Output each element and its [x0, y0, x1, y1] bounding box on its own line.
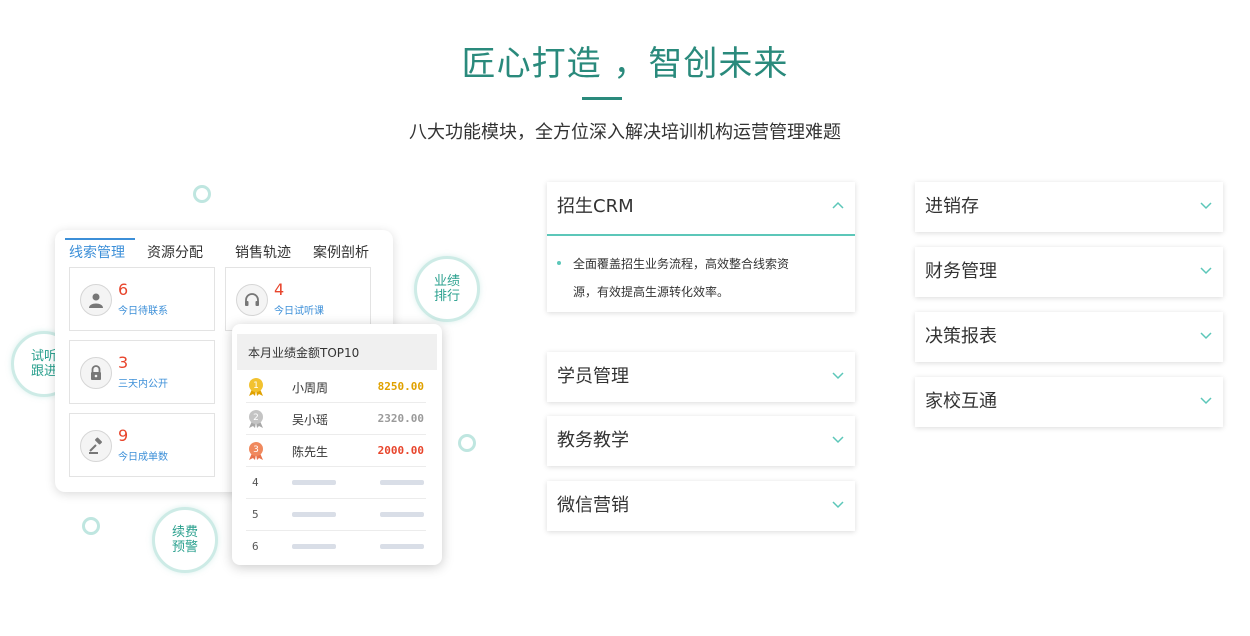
module-student-management[interactable]: 学员管理: [547, 352, 855, 402]
module-home-school[interactable]: 家校互通: [915, 377, 1223, 427]
module-title: 学员管理: [557, 366, 629, 387]
top10-title: 本月业绩金额TOP10: [248, 346, 360, 360]
placeholder-value: [380, 544, 424, 549]
module-inventory[interactable]: 进销存: [915, 182, 1223, 232]
top10-header: 本月业绩金额TOP10: [237, 334, 437, 370]
bubble-performance-rank: 业绩 排行: [414, 256, 480, 322]
module-title: 财务管理: [925, 261, 997, 282]
chevron-down-icon[interactable]: [1199, 395, 1213, 405]
table-row: 1 小周周 8250.00: [246, 371, 426, 403]
chevron-down-icon[interactable]: [831, 499, 845, 509]
placeholder-name: [292, 544, 336, 549]
gold-medal-icon: 1: [249, 378, 263, 396]
module-title: 教务教学: [557, 430, 629, 451]
placeholder-name: [292, 480, 336, 485]
chevron-down-icon[interactable]: [1199, 265, 1213, 275]
tab-sales-track[interactable]: 销售轨迹: [235, 242, 291, 262]
table-row: 4: [246, 467, 426, 499]
top10-sales-card: 本月业绩金额TOP10 1 小周周 8250.00 2 吴小瑶 2320.00 …: [232, 324, 442, 565]
module-title: 进销存: [925, 196, 979, 217]
page-subtitle: 八大功能模块，全方位深入解决培训机构运营管理难题: [409, 122, 841, 143]
module-title: 决策报表: [925, 326, 997, 347]
module-wechat-marketing[interactable]: 微信营销: [547, 481, 855, 531]
bronze-medal-icon: 3: [249, 442, 263, 460]
silver-medal-icon: 2: [249, 410, 263, 428]
svg-text:1: 1: [253, 381, 259, 391]
bullet-icon: [557, 261, 561, 265]
chevron-down-icon[interactable]: [831, 370, 845, 380]
tab-leads[interactable]: 线索管理: [69, 242, 125, 262]
headphones-icon: [236, 284, 268, 316]
title-divider: [582, 97, 622, 100]
lock-icon: [80, 357, 112, 389]
decor-ring: [82, 517, 100, 535]
table-row: 2 吴小瑶 2320.00: [246, 403, 426, 435]
tab-case-analysis[interactable]: 案例剖析: [313, 242, 369, 262]
chevron-down-icon[interactable]: [1199, 200, 1213, 210]
chevron-down-icon[interactable]: [831, 434, 845, 444]
svg-text:2: 2: [253, 413, 259, 423]
bubble-renewal-alert: 续费 预警: [152, 507, 218, 573]
module-decision-reports[interactable]: 决策报表: [915, 312, 1223, 362]
placeholder-value: [380, 512, 424, 517]
module-description: 全面覆盖招生业务流程，高效整合线索资 源，有效提高生源转化效率。: [557, 250, 842, 306]
module-title: 家校互通: [925, 391, 997, 412]
module-crm-expanded[interactable]: 招生CRM 全面覆盖招生业务流程，高效整合线索资 源，有效提高生源转化效率。: [547, 182, 855, 312]
module-title: 微信营销: [557, 495, 629, 516]
module-title: 招生CRM: [557, 196, 634, 217]
stat-to-contact[interactable]: 6 今日待联系: [69, 267, 215, 331]
table-row: 6: [246, 531, 426, 563]
module-finance[interactable]: 财务管理: [915, 247, 1223, 297]
stat-trial-class[interactable]: 4 今日试听课: [225, 267, 371, 331]
table-row: 5: [246, 499, 426, 531]
page-title: 匠心打造 ，智创未来: [461, 44, 789, 84]
chevron-up-icon[interactable]: [831, 200, 845, 210]
svg-text:3: 3: [253, 445, 259, 455]
user-icon: [80, 284, 112, 316]
dashboard-tabs: 线索管理 资源分配 销售轨迹 案例剖析: [55, 238, 393, 266]
table-row: 3 陈先生 2000.00: [246, 435, 426, 467]
decor-ring: [193, 185, 211, 203]
placeholder-value: [380, 480, 424, 485]
active-tab-indicator: [65, 238, 135, 240]
module-teaching[interactable]: 教务教学: [547, 416, 855, 466]
stat-deals-today[interactable]: 9 今日成单数: [69, 413, 215, 477]
chevron-down-icon[interactable]: [1199, 330, 1213, 340]
tab-resource-allocation[interactable]: 资源分配: [147, 242, 203, 262]
gavel-icon: [80, 430, 112, 462]
stat-public-3days[interactable]: 3 三天内公开: [69, 340, 215, 404]
accordion-divider: [547, 234, 855, 236]
placeholder-name: [292, 512, 336, 517]
decor-ring: [458, 434, 476, 452]
